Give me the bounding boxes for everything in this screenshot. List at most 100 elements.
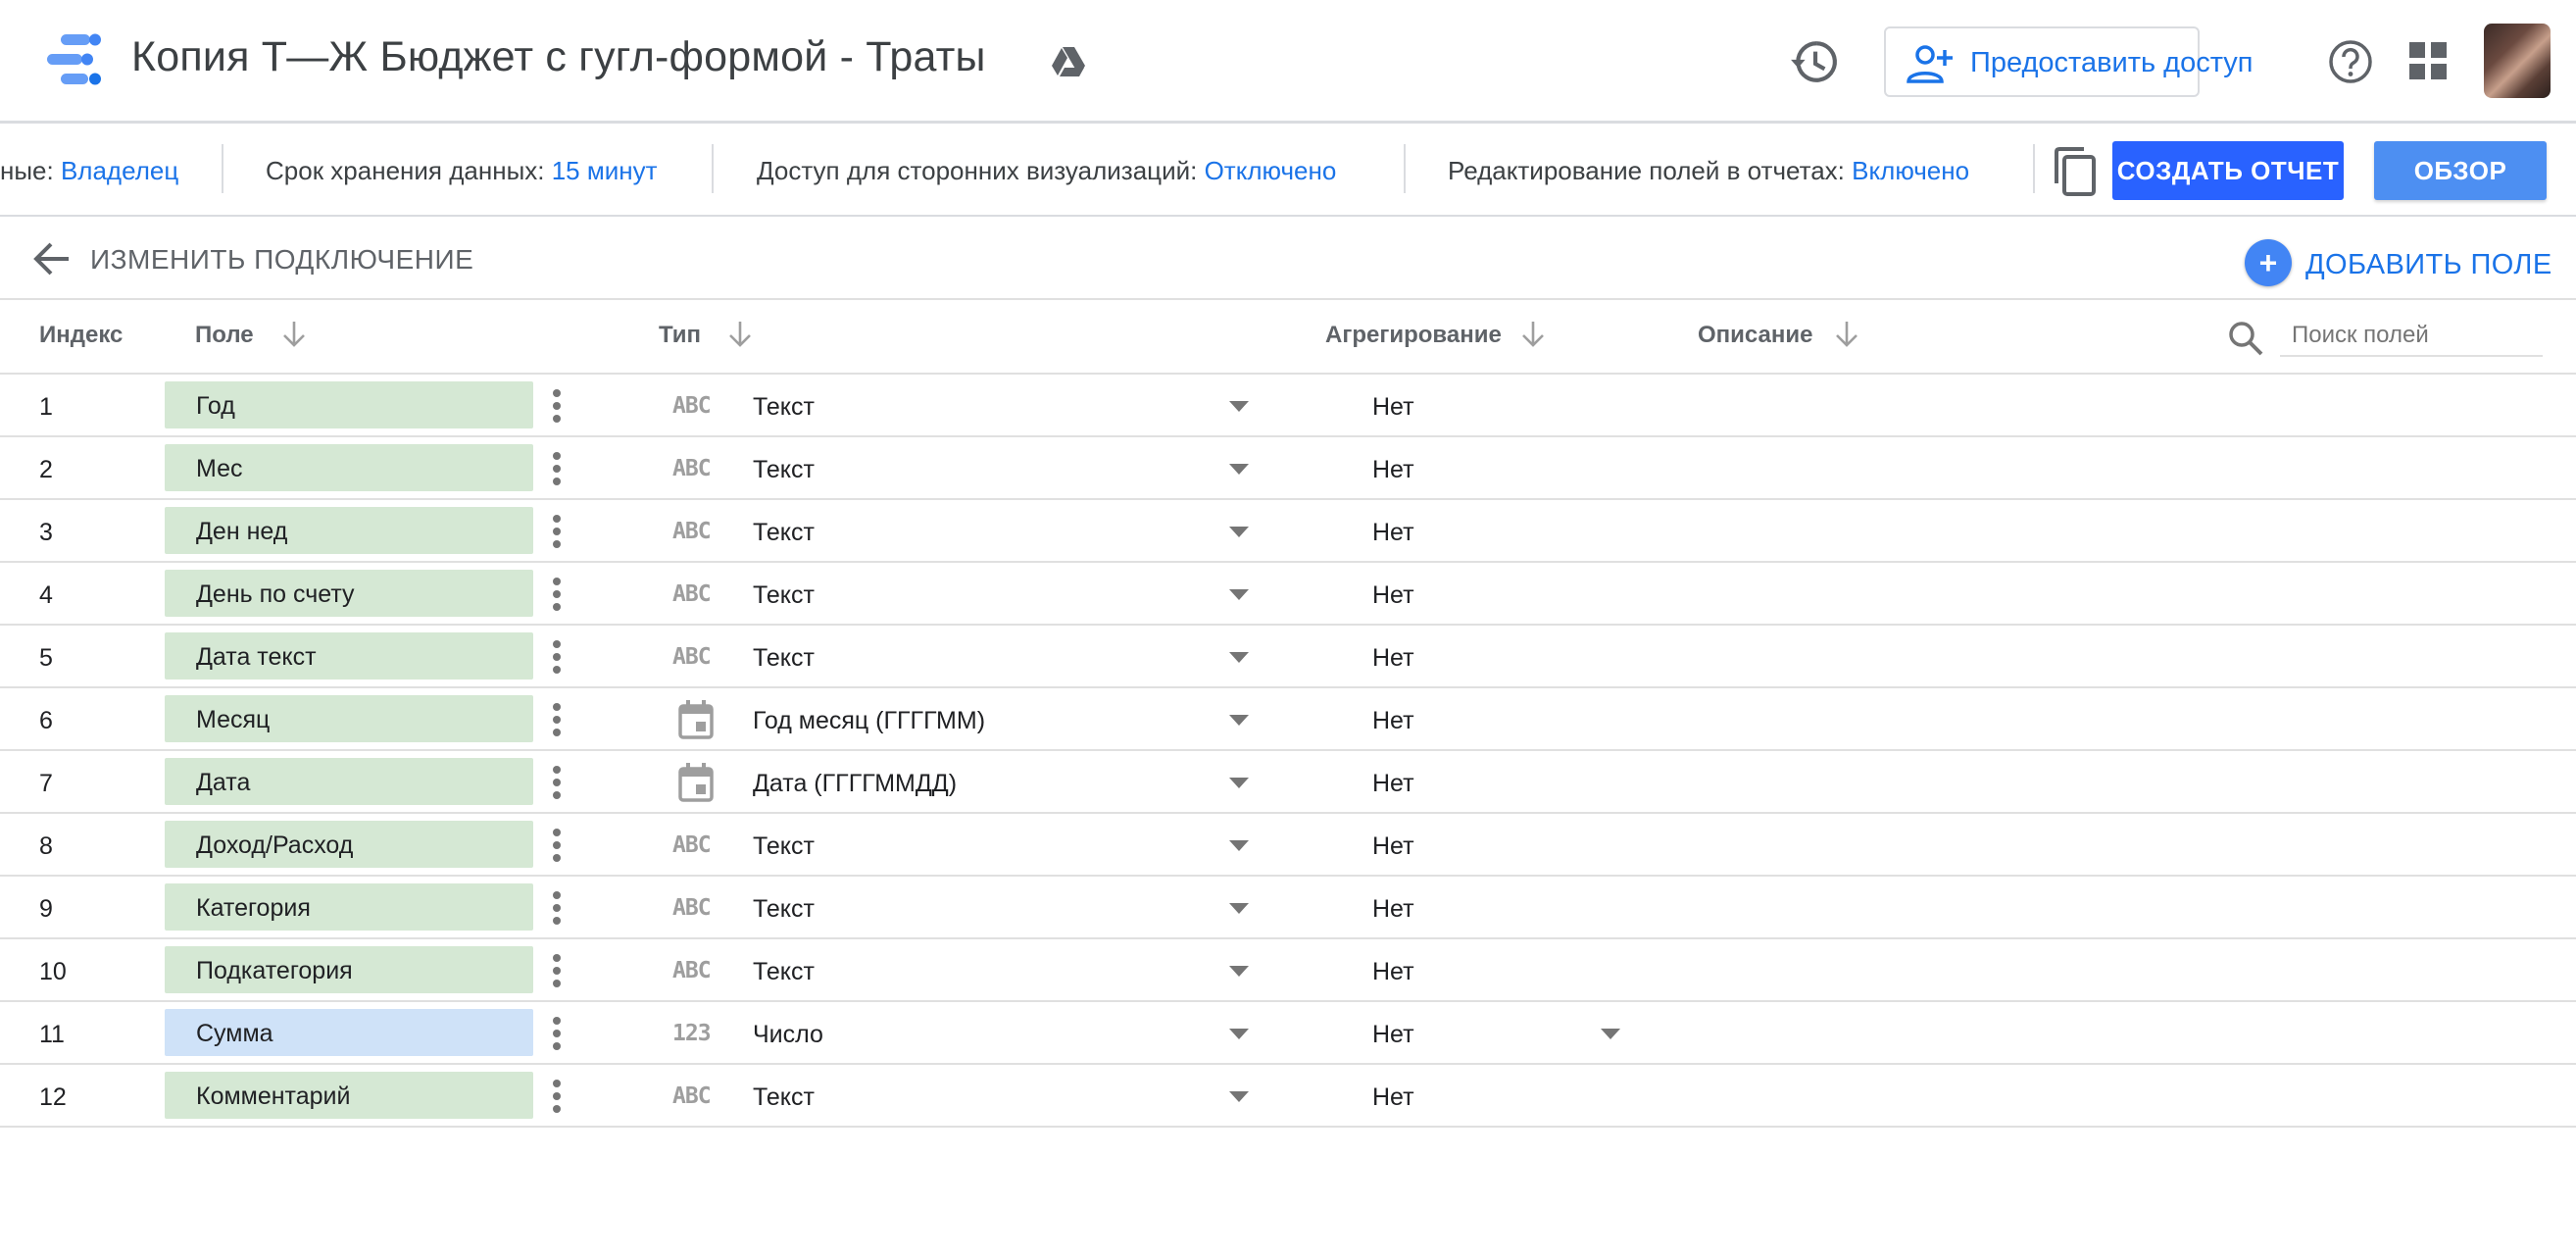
type-dropdown-arrow-icon[interactable] (1229, 966, 1249, 978)
field-name: Подкатегория (196, 957, 353, 984)
field-type-select[interactable]: Дата (ГГГГММДД) (753, 770, 957, 798)
type-dropdown-arrow-icon[interactable] (1229, 401, 1249, 413)
text-type-icon: ABC (672, 581, 712, 607)
help-icon[interactable] (2327, 38, 2374, 85)
type-dropdown-arrow-icon[interactable] (1229, 464, 1249, 476)
explore-button[interactable]: ОБЗОР (2374, 141, 2547, 200)
type-dropdown-arrow-icon[interactable] (1229, 715, 1249, 727)
type-dropdown-arrow-icon[interactable] (1229, 1091, 1249, 1103)
field-name-chip[interactable]: Категория (165, 883, 533, 931)
column-header-description[interactable]: Описание (1698, 322, 1813, 349)
more-vert-icon[interactable] (545, 826, 569, 865)
type-dropdown-arrow-icon[interactable] (1229, 527, 1249, 538)
create-report-button[interactable]: СОЗДАТЬ ОТЧЕТ (2112, 141, 2344, 200)
type-dropdown-arrow-icon[interactable] (1229, 589, 1249, 601)
edit-connection-link[interactable]: ИЗМЕНИТЬ ПОДКЛЮЧЕНИЕ (90, 244, 473, 276)
field-index: 4 (39, 581, 53, 609)
table-row: 7 Дата Дата (ГГГГММДД) Нет (0, 751, 2576, 814)
aggregation-value: Нет (1372, 393, 1414, 421)
more-vert-icon[interactable] (545, 449, 569, 488)
field-name-chip[interactable]: День по счету (165, 570, 533, 617)
table-row: 4 День по счету ABC Текст Нет (0, 563, 2576, 626)
more-vert-icon[interactable] (545, 888, 569, 928)
field-editing-value-link[interactable]: Включено (1852, 156, 1969, 185)
field-name: Год (196, 392, 235, 420)
column-header-type[interactable]: Тип (659, 322, 701, 349)
field-name-chip[interactable]: Дата (165, 758, 533, 805)
type-dropdown-arrow-icon[interactable] (1229, 840, 1249, 852)
type-dropdown-arrow-icon[interactable] (1229, 1029, 1249, 1040)
field-name-chip[interactable]: Ден нед (165, 507, 533, 554)
field-type-select[interactable]: Число (753, 1021, 823, 1049)
field-editing-setting: Редактирование полей в отчетах: Включено (1448, 156, 1969, 186)
type-dropdown-arrow-icon[interactable] (1229, 652, 1249, 664)
field-type-select[interactable]: Текст (753, 581, 815, 610)
sort-arrow-icon[interactable] (1834, 320, 1859, 349)
more-vert-icon[interactable] (545, 1014, 569, 1053)
field-type-select[interactable]: Текст (753, 393, 815, 422)
copy-icon[interactable] (2051, 146, 2098, 197)
field-name: Дата текст (196, 643, 317, 671)
data-freshness-value-link[interactable]: 15 минут (552, 156, 658, 185)
aggregation-value: Нет (1372, 456, 1414, 483)
data-freshness-label: Срок хранения данных: (266, 156, 552, 185)
back-arrow-icon[interactable] (33, 241, 71, 277)
aggregation-value: Нет (1372, 519, 1414, 546)
field-name-chip[interactable]: Сумма (165, 1009, 533, 1056)
aggregation-value: Нет (1372, 958, 1414, 985)
field-type-select[interactable]: Год месяц (ГГГГММ) (753, 707, 985, 735)
apps-grid-icon[interactable] (2409, 42, 2447, 79)
more-vert-icon[interactable] (545, 763, 569, 802)
google-drive-icon[interactable] (1051, 46, 1086, 77)
field-name-chip[interactable]: Год (165, 381, 533, 428)
more-vert-icon[interactable] (545, 951, 569, 990)
field-name-chip[interactable]: Месяц (165, 695, 533, 742)
field-name: День по счету (196, 580, 355, 608)
field-type-select[interactable]: Текст (753, 644, 815, 673)
field-name-chip[interactable]: Дата текст (165, 632, 533, 680)
more-vert-icon[interactable] (545, 575, 569, 614)
field-name-chip[interactable]: Комментарий (165, 1072, 533, 1119)
field-type-select[interactable]: Текст (753, 1083, 815, 1112)
text-type-icon: ABC (672, 832, 712, 858)
more-vert-icon[interactable] (545, 1077, 569, 1116)
search-fields-input[interactable] (2280, 316, 2543, 357)
table-row: 10 Подкатегория ABC Текст Нет (0, 939, 2576, 1002)
divider (0, 298, 2576, 300)
text-type-icon: ABC (672, 456, 712, 481)
field-name-chip[interactable]: Мес (165, 444, 533, 491)
share-button[interactable]: Предоставить доступ (1884, 26, 2254, 97)
sort-arrow-icon[interactable] (1520, 320, 1546, 349)
column-header-field[interactable]: Поле (195, 322, 254, 349)
field-type-select[interactable]: Текст (753, 958, 815, 986)
credentials-value-link[interactable]: Владелец (61, 156, 178, 185)
field-name: Месяц (196, 706, 271, 733)
aggregation-value: Нет (1372, 895, 1414, 923)
sort-arrow-icon[interactable] (281, 320, 307, 349)
field-name-chip[interactable]: Подкатегория (165, 946, 533, 993)
more-vert-icon[interactable] (545, 637, 569, 677)
more-vert-icon[interactable] (545, 512, 569, 551)
add-person-icon (1907, 45, 1953, 83)
field-type-select[interactable]: Текст (753, 456, 815, 484)
text-type-icon: ABC (672, 519, 712, 544)
history-icon[interactable] (1790, 37, 1839, 86)
sort-arrow-icon[interactable] (727, 320, 753, 349)
field-type-select[interactable]: Текст (753, 832, 815, 861)
aggregation-dropdown-arrow-icon[interactable] (1601, 1029, 1620, 1040)
data-studio-logo-icon[interactable] (47, 32, 108, 87)
field-name-chip[interactable]: Доход/Расход (165, 821, 533, 868)
aggregation-value[interactable]: Нет (1372, 1021, 1414, 1049)
document-title[interactable]: Копия Т—Ж Бюджет с гугл-формой - Траты (131, 33, 986, 81)
community-viz-value-link[interactable]: Отключено (1205, 156, 1337, 185)
user-avatar[interactable] (2484, 24, 2551, 98)
field-type-select[interactable]: Текст (753, 895, 815, 924)
column-header-aggregation[interactable]: Агрегирование (1325, 322, 1502, 349)
more-vert-icon[interactable] (545, 386, 569, 426)
type-dropdown-arrow-icon[interactable] (1229, 903, 1249, 915)
field-type-select[interactable]: Текст (753, 519, 815, 547)
field-index: 3 (39, 519, 53, 546)
type-dropdown-arrow-icon[interactable] (1229, 778, 1249, 789)
more-vert-icon[interactable] (545, 700, 569, 739)
text-type-icon: ABC (672, 895, 712, 921)
